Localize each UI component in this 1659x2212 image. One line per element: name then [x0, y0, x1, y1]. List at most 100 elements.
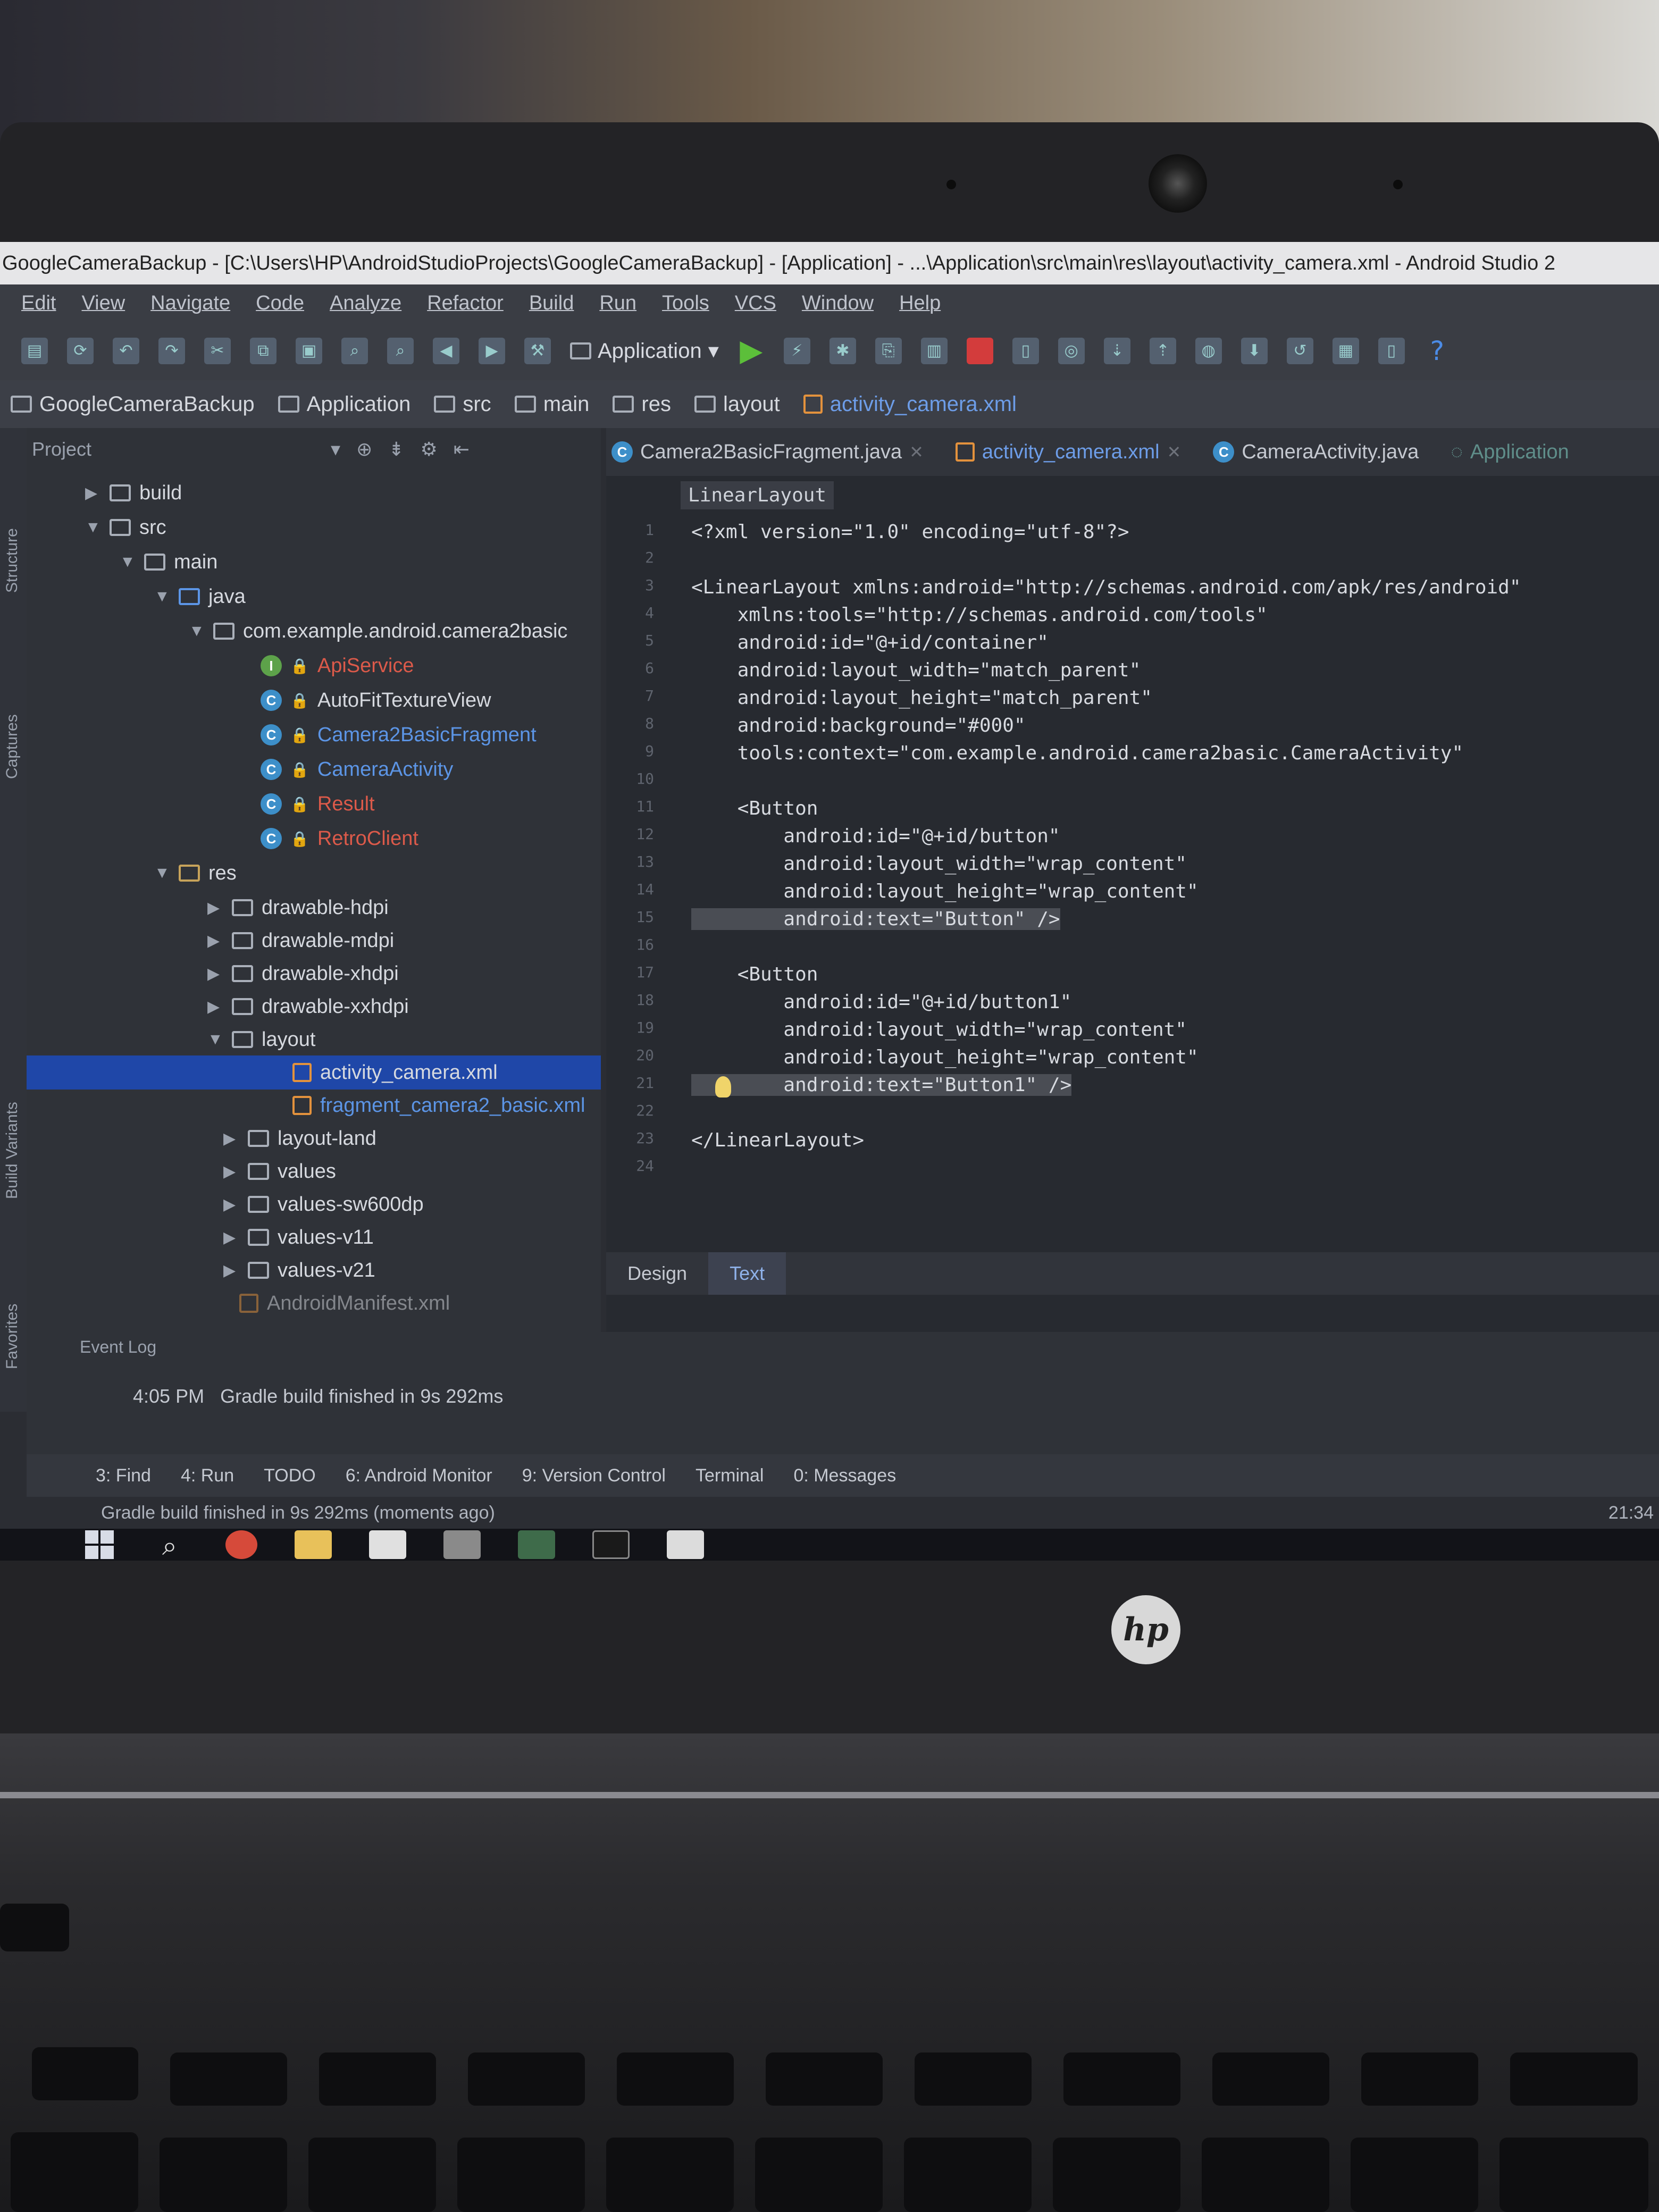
menu-window[interactable]: Window — [802, 284, 874, 322]
attach-debugger-icon[interactable]: ⎘ — [875, 338, 902, 364]
tool-tab-todo[interactable]: TODO — [264, 1465, 316, 1486]
breadcrumb-src[interactable]: src — [434, 392, 491, 416]
structure-tool-tab[interactable]: Structure — [3, 455, 24, 593]
breadcrumb-layout[interactable]: layout — [694, 392, 780, 416]
code-line[interactable]: </LinearLayout> — [691, 1129, 864, 1151]
code-line[interactable]: android:id="@+id/button" — [691, 825, 1060, 847]
profile-icon[interactable]: ▥ — [920, 338, 948, 364]
tab-cameraactivity[interactable]: C CameraActivity.java — [1213, 441, 1419, 464]
intention-bulb-icon[interactable] — [715, 1076, 731, 1097]
tool-tab-version-control[interactable]: 9: Version Control — [522, 1465, 666, 1486]
tree-item-java[interactable]: ▼ java — [27, 580, 601, 614]
copy-icon[interactable]: ⧉ — [250, 338, 276, 364]
debug-icon[interactable]: ✱ — [829, 338, 856, 364]
favorites-tool-tab[interactable]: Favorites — [3, 1252, 24, 1369]
code-line[interactable]: android:text="Button" /> — [691, 908, 1060, 930]
power-button[interactable] — [0, 1904, 69, 1951]
captures-tool-tab[interactable]: Captures — [3, 651, 24, 779]
expand-arrow-icon[interactable]: ▶ — [207, 965, 223, 983]
make-project-icon[interactable]: ⚒ — [524, 338, 551, 364]
tree-item-drawable-xxhdpi[interactable]: ▶ drawable-xxhdpi — [27, 990, 601, 1024]
menu-analyze[interactable]: Analyze — [330, 284, 401, 322]
project-view-label[interactable]: Project — [32, 438, 91, 460]
expand-arrow-icon[interactable]: ▶ — [223, 1129, 239, 1148]
breadcrumb-project[interactable]: GoogleCameraBackup — [11, 392, 255, 416]
save-icon[interactable]: ▤ — [21, 338, 48, 364]
code-line[interactable]: android:text="Button1" /> — [691, 1074, 1072, 1096]
code-line[interactable]: android:layout_height="wrap_content" — [691, 1046, 1198, 1068]
tree-item-camera2basicfragment[interactable]: C 🔒 Camera2BasicFragment — [27, 718, 601, 752]
sync-icon[interactable]: ⟳ — [67, 338, 94, 364]
expand-arrow-icon[interactable]: ▶ — [223, 1228, 239, 1247]
search-icon[interactable]: ⌕ — [151, 1530, 188, 1561]
run-configuration-select[interactable]: Application ▾ — [570, 339, 719, 363]
forward-icon[interactable]: ▶ — [479, 338, 505, 364]
expand-arrow-icon[interactable]: ▶ — [223, 1261, 239, 1280]
project-structure-icon[interactable]: ▦ — [1332, 338, 1359, 364]
breadcrumb-main[interactable]: main — [514, 392, 589, 416]
android-monitor-icon[interactable]: ◍ — [1195, 338, 1222, 364]
tree-item-result[interactable]: C 🔒 Result — [27, 787, 601, 821]
collapse-arrow-icon[interactable]: ▼ — [120, 553, 136, 571]
tree-item-src[interactable]: ▼ src — [27, 510, 601, 544]
sublime-icon[interactable] — [443, 1530, 481, 1559]
file-explorer-icon[interactable] — [295, 1530, 332, 1559]
tree-item-apiservice[interactable]: I 🔒 ApiService — [27, 649, 601, 683]
breadcrumb-res[interactable]: res — [613, 392, 671, 416]
cut-icon[interactable]: ✂ — [204, 338, 231, 364]
help-icon[interactable]: ? — [1424, 338, 1451, 364]
code-line[interactable]: <LinearLayout xmlns:android="http://sche… — [691, 576, 1521, 598]
collapse-arrow-icon[interactable]: ▼ — [154, 588, 170, 606]
tool-tab-android-monitor[interactable]: 6: Android Monitor — [346, 1465, 492, 1486]
tree-item-layout-land[interactable]: ▶ layout-land — [27, 1121, 601, 1155]
build-variants-tool-tab[interactable]: Build Variants — [3, 1029, 24, 1199]
tree-item-fragment-camera2-basic-xml[interactable]: fragment_camera2_basic.xml — [27, 1088, 601, 1122]
gradle-sync-icon[interactable]: ◎ — [1058, 338, 1085, 364]
code-line[interactable]: android:background="#000" — [691, 715, 1026, 736]
tree-item-res[interactable]: ▼ res — [27, 856, 601, 890]
gear-icon[interactable]: ⚙ — [420, 438, 437, 460]
tab-camera2basicfragment[interactable]: C Camera2BasicFragment.java ✕ — [611, 441, 924, 464]
tree-item-values-v11[interactable]: ▶ values-v11 — [27, 1220, 601, 1254]
tool-tab-messages[interactable]: 0: Messages — [793, 1465, 896, 1486]
tree-item-cameraactivity[interactable]: C 🔒 CameraActivity — [27, 752, 601, 786]
tree-item-values-sw600dp[interactable]: ▶ values-sw600dp — [27, 1187, 601, 1221]
git-icon[interactable] — [369, 1530, 406, 1559]
menu-edit[interactable]: Edit — [21, 284, 56, 322]
collapse-arrow-icon[interactable]: ▼ — [154, 864, 170, 882]
apply-changes-icon[interactable]: ⚡ — [783, 338, 810, 364]
tree-item-drawable-xhdpi[interactable]: ▶ drawable-xhdpi — [27, 957, 601, 991]
menu-refactor[interactable]: Refactor — [427, 284, 504, 322]
menu-run[interactable]: Run — [599, 284, 636, 322]
tree-item-main[interactable]: ▼ main — [27, 545, 601, 579]
menu-view[interactable]: View — [81, 284, 125, 322]
code-line[interactable]: xmlns:tools="http://schemas.android.com/… — [691, 604, 1268, 626]
tree-item-layout[interactable]: ▼ layout — [27, 1023, 601, 1057]
code-line[interactable]: android:layout_width="wrap_content" — [691, 853, 1187, 875]
magnifier-icon[interactable] — [667, 1530, 704, 1559]
tab-text[interactable]: Text — [708, 1252, 786, 1295]
tree-item-build[interactable]: ▶ build — [27, 476, 601, 510]
replace-icon[interactable]: ⌕ — [387, 338, 414, 364]
close-icon[interactable]: ✕ — [1167, 442, 1182, 462]
code-line[interactable]: android:id="@+id/container" — [691, 632, 1049, 653]
tab-application[interactable]: ◌ Application — [1451, 441, 1569, 464]
code-line[interactable]: android:id="@+id/button1" — [691, 991, 1071, 1013]
tree-item-drawable-mdpi[interactable]: ▶ drawable-mdpi — [27, 924, 601, 958]
expand-arrow-icon[interactable]: ▶ — [85, 484, 101, 502]
tree-item-package[interactable]: ▼ com.example.android.camera2basic — [27, 614, 601, 648]
device-icon[interactable]: ▯ — [1012, 338, 1039, 364]
tool-tab-run[interactable]: 4: Run — [181, 1465, 234, 1486]
expand-arrow-icon[interactable]: ▶ — [207, 899, 223, 917]
collapse-all-icon[interactable]: ⇟ — [388, 438, 404, 460]
back-icon[interactable]: ◀ — [433, 338, 459, 364]
tool-tab-terminal[interactable]: Terminal — [696, 1465, 764, 1486]
code-line[interactable]: <Button — [691, 963, 818, 985]
close-icon[interactable]: ✕ — [909, 442, 924, 462]
code-line[interactable]: android:layout_height="wrap_content" — [691, 881, 1198, 902]
stop-icon[interactable] — [966, 338, 993, 364]
caret-position[interactable]: 21:34 — [1608, 1497, 1654, 1529]
collapse-arrow-icon[interactable]: ▼ — [189, 622, 205, 640]
code-line[interactable]: android:layout_height="match_parent" — [691, 687, 1152, 709]
chevron-down-icon[interactable]: ▾ — [331, 438, 340, 460]
